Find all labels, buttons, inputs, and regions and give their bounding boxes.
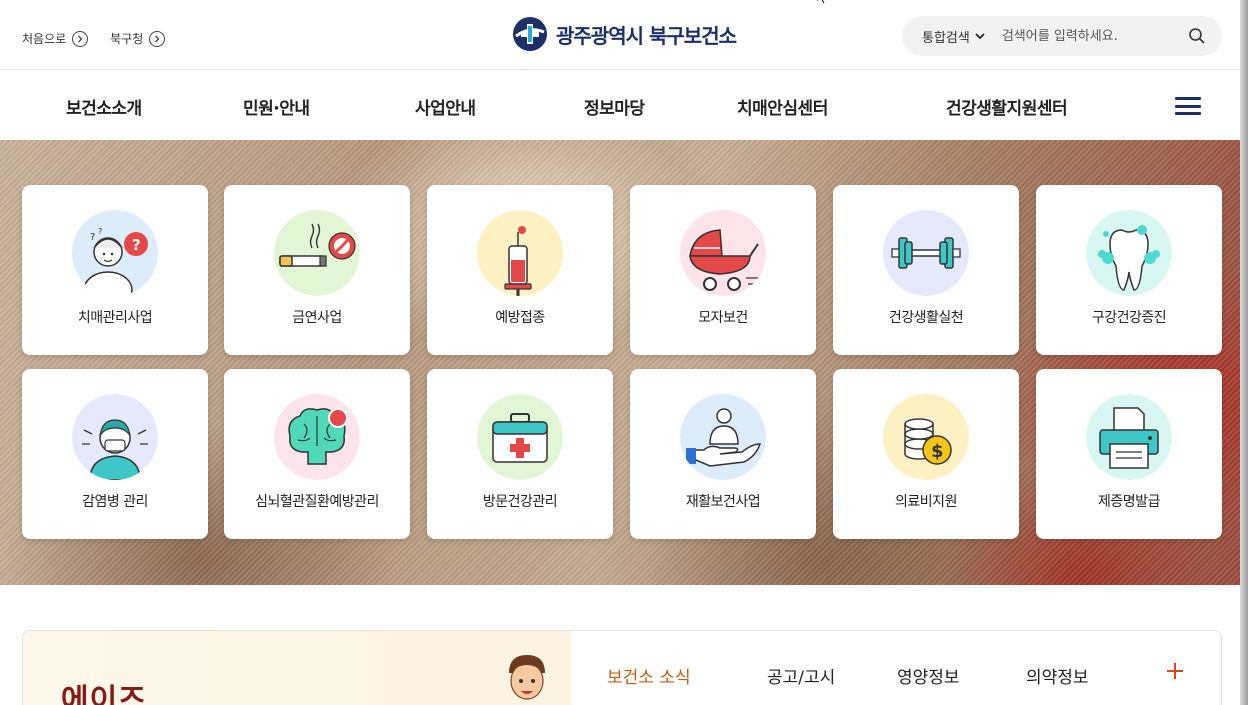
bukgu-office-link-label: 북구청: [110, 32, 144, 46]
service-card-oral-health[interactable]: 구강건강증진: [1036, 185, 1222, 355]
service-card-dementia[interactable]: ? ? ? 치매관리사업: [22, 185, 208, 355]
main-nav: 보건소소개 민원·안내 사업안내 정보마당 치매안심센터 건강생활지원센터: [0, 70, 1248, 140]
search-button[interactable]: [1186, 25, 1208, 47]
service-card-healthy-living[interactable]: 건강생활실천: [833, 185, 1019, 355]
service-card-label: 재활보건사업: [685, 494, 761, 510]
service-card-label: 방문건강관리: [482, 494, 558, 510]
dementia-icon: ? ? ?: [72, 210, 158, 296]
hand-care-icon: [680, 394, 766, 480]
search-icon: [1189, 28, 1205, 44]
service-card-label: 모자보건: [698, 310, 748, 326]
stroller-icon: [680, 210, 766, 296]
service-card-label: 감염병 관리: [82, 494, 148, 510]
service-card-cardio-cerebro[interactable]: 심뇌혈관질환예방관리: [224, 369, 410, 539]
dumbbell-icon: [883, 210, 969, 296]
syringe-icon: [477, 210, 563, 296]
brain-icon: [274, 394, 360, 480]
service-card-label: 예방접종: [495, 310, 545, 326]
cartoon-person-icon: [509, 655, 545, 700]
medical-kit-icon: [477, 394, 563, 480]
nav-item-about[interactable]: 보건소소개: [66, 94, 142, 119]
more-plus-icon[interactable]: [1165, 661, 1185, 681]
service-card-rehabilitation[interactable]: 재활보건사업: [630, 369, 816, 539]
home-link[interactable]: 처음으로: [22, 30, 89, 47]
search-scope-label: 통합검색: [922, 30, 970, 46]
logo-text: 광주광역시 북구보건소: [556, 20, 737, 49]
coins-icon: $: [883, 394, 969, 480]
search-input[interactable]: [1001, 28, 1186, 44]
service-card-label: 치매관리사업: [77, 310, 153, 326]
nav-item-health-support-center[interactable]: 건강생활지원센터: [946, 94, 1068, 119]
service-card-home-visit[interactable]: 방문건강관리: [427, 369, 613, 539]
service-card-no-smoking[interactable]: 금연사업: [224, 185, 410, 355]
hamburger-menu-icon[interactable]: [1175, 97, 1201, 115]
service-card-label: 구강건강증진: [1091, 310, 1167, 326]
service-card-label: 심뇌혈관질환예방관리: [255, 494, 379, 510]
logo-org: 북구보건소: [649, 23, 737, 48]
top-bar: 처음으로 북구청 광주광역시 북구보건소 통합검색: [0, 0, 1248, 70]
service-card-label: 건강생활실천: [888, 310, 964, 326]
service-card-medical-expense[interactable]: $ 의료비지원: [833, 369, 1019, 539]
service-card-label: 금연사업: [292, 310, 342, 326]
svg-text:?: ?: [132, 236, 141, 254]
nav-item-civil-guide[interactable]: 민원·안내: [243, 94, 310, 119]
tab-nutrition-info[interactable]: 영양정보: [897, 663, 960, 688]
printer-icon: [1086, 394, 1172, 480]
search-bar: 통합검색: [902, 16, 1222, 56]
svg-text:?: ?: [98, 227, 102, 236]
chevron-down-icon: [975, 33, 985, 40]
tab-notices[interactable]: 공고/고시: [767, 663, 835, 688]
search-scope-select[interactable]: 통합검색: [922, 27, 986, 46]
news-panel: 에이즈 보건소 소식 공고/고시 영양정보 의약정보: [22, 630, 1222, 705]
svg-text:?: ?: [90, 232, 95, 243]
nav-item-info[interactable]: 정보마당: [584, 94, 645, 119]
service-card-label: 제증명발급: [1098, 494, 1160, 510]
masked-person-icon: [72, 394, 158, 480]
tab-health-center-news[interactable]: 보건소 소식: [607, 663, 691, 688]
service-card-certificate-issue[interactable]: 제증명발급: [1036, 369, 1222, 539]
home-link-label: 처음으로: [22, 32, 67, 46]
logo-city: 광주광역시: [556, 23, 644, 48]
service-card-label: 의료비지원: [895, 494, 957, 510]
svg-text:$: $: [931, 441, 944, 462]
tab-pharma-info[interactable]: 의약정보: [1026, 663, 1089, 688]
nav-item-dementia-center[interactable]: 치매안심센터: [737, 94, 828, 119]
chevron-right-icon: [72, 30, 89, 47]
chevron-right-icon: [149, 30, 166, 47]
nav-item-programs[interactable]: 사업안내: [415, 94, 476, 119]
hero-banner: ? ? ? 치매관리사업 금연사업 예방접종 모자보건 건강생활실천 구강건강증…: [0, 140, 1240, 585]
tooth-icon: [1086, 210, 1172, 296]
gwangju-emblem-icon: [513, 17, 547, 51]
window-edge: [1240, 0, 1248, 705]
site-logo[interactable]: 광주광역시 북구보건소: [512, 16, 737, 52]
utility-links: 처음으로 북구청: [22, 30, 166, 47]
service-card-vaccination[interactable]: 예방접종: [427, 185, 613, 355]
banner-title: 에이즈: [61, 683, 147, 705]
mouse-cursor-icon: [817, 0, 825, 4]
campaign-banner[interactable]: 에이즈: [23, 631, 571, 705]
service-card-maternal-child[interactable]: 모자보건: [630, 185, 816, 355]
service-card-infectious-disease[interactable]: 감염병 관리: [22, 369, 208, 539]
bukgu-office-link[interactable]: 북구청: [110, 30, 166, 47]
no-smoking-icon: [274, 210, 360, 296]
